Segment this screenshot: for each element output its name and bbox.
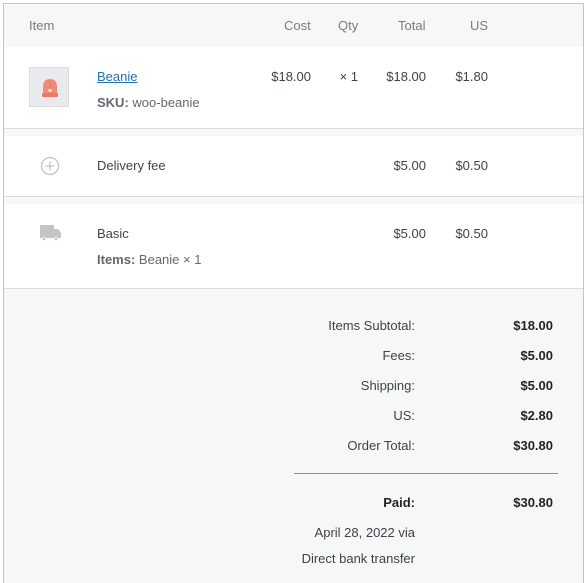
item-cost: $18.00 — [271, 69, 311, 84]
shipping-tax: $0.50 — [455, 226, 488, 241]
beanie-icon — [42, 79, 58, 97]
fee-total: $5.00 — [393, 158, 426, 173]
paid-value: $30.80 — [513, 495, 553, 510]
header-item[interactable]: Item — [29, 18, 54, 33]
item-qty: × 1 — [339, 69, 358, 84]
shipping-row: Basic Items: Beanie × 1 $5.00 $0.50 — [4, 204, 583, 288]
fee-row: Delivery fee $5.00 $0.50 — [4, 136, 583, 196]
divider — [4, 128, 583, 129]
plus-circle-icon — [40, 156, 60, 176]
shipping-items-value: Beanie × 1 — [138, 252, 202, 267]
totals-label-subtotal: Items Subtotal: — [328, 318, 415, 333]
product-thumbnail[interactable] — [29, 67, 69, 107]
totals-divider — [294, 473, 558, 474]
sku-value: woo-beanie — [132, 95, 200, 110]
fee-name: Delivery fee — [97, 158, 166, 173]
paid-date: April 28, 2022 via — [314, 525, 415, 540]
totals-label-tax: US: — [393, 408, 415, 423]
shipping-items-label: Items: — [97, 252, 136, 267]
sku-label: SKU: — [97, 95, 129, 110]
order-items-panel: Item Cost Qty Total US Beanie SKU: woo-b… — [3, 3, 584, 583]
totals-value-fees: $5.00 — [520, 348, 553, 363]
totals-value-shipping: $5.00 — [520, 378, 553, 393]
totals-label-fees: Fees: — [382, 348, 415, 363]
table-header: Item Cost Qty Total US — [4, 4, 583, 47]
product-link[interactable]: Beanie — [97, 69, 137, 84]
shipping-items: Items: Beanie × 1 — [97, 252, 201, 267]
totals-value-subtotal: $18.00 — [513, 318, 553, 333]
truck-icon — [40, 225, 61, 242]
header-tax[interactable]: US — [470, 18, 488, 33]
totals-value-tax: $2.80 — [520, 408, 553, 423]
header-cost[interactable]: Cost — [284, 18, 311, 33]
shipping-total: $5.00 — [393, 226, 426, 241]
shipping-method-name: Basic — [97, 226, 129, 241]
header-qty[interactable]: Qty — [338, 18, 358, 33]
item-tax: $1.80 — [455, 69, 488, 84]
divider — [4, 196, 583, 197]
product-sku: SKU: woo-beanie — [97, 95, 200, 110]
line-item-row: Beanie SKU: woo-beanie $18.00 × 1 $18.00… — [4, 47, 583, 128]
header-total[interactable]: Total — [398, 18, 425, 33]
totals-label-order-total: Order Total: — [347, 438, 415, 453]
item-total: $18.00 — [386, 69, 426, 84]
totals-value-order-total: $30.80 — [513, 438, 553, 453]
totals-label-shipping: Shipping: — [360, 378, 415, 393]
paid-method: Direct bank transfer — [301, 551, 415, 566]
divider — [4, 288, 583, 289]
paid-label: Paid: — [383, 495, 415, 510]
fee-tax: $0.50 — [455, 158, 488, 173]
